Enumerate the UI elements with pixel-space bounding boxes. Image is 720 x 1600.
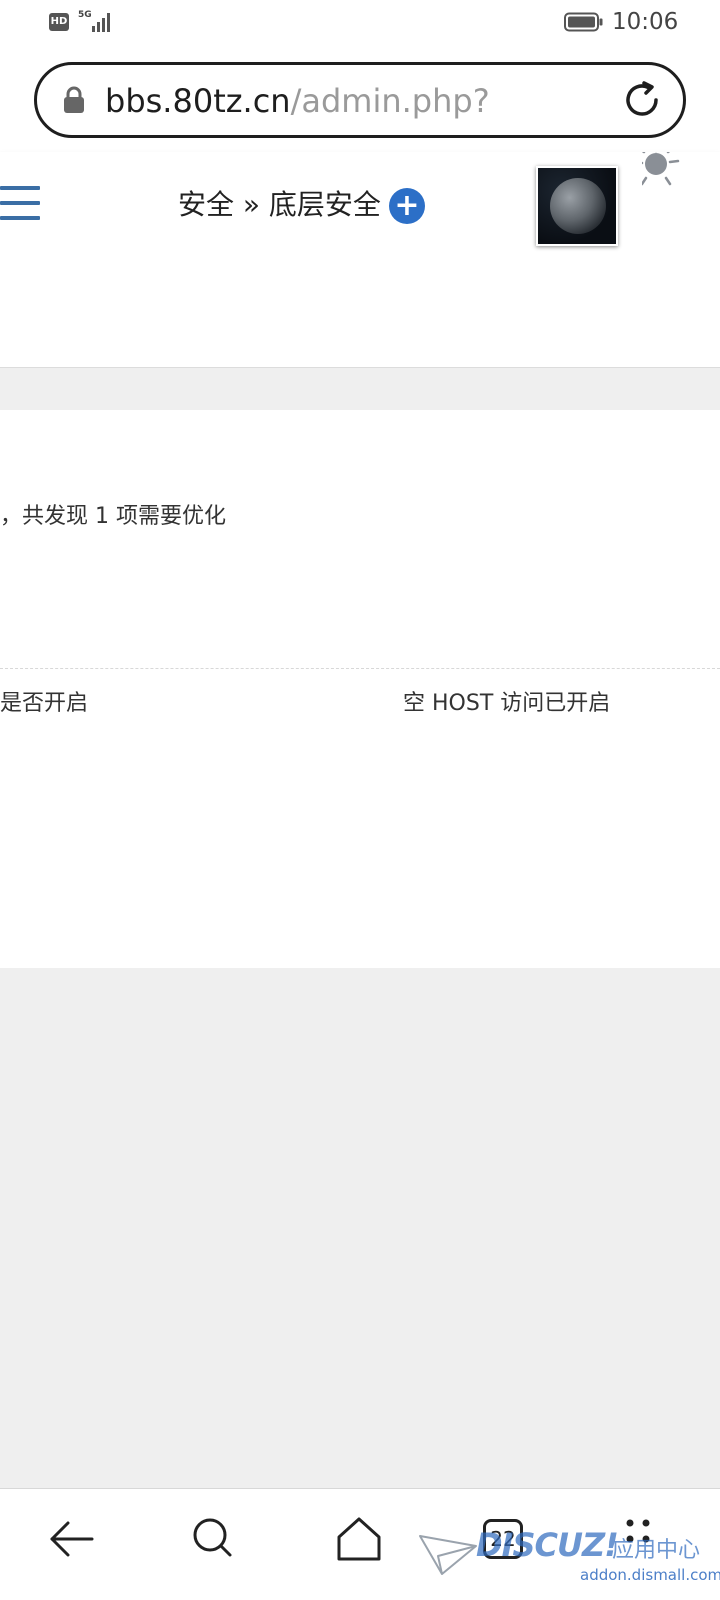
paper-plane-icon [419,1535,477,1575]
watermark: DISCUZ! 应用中心 addon.dismall.com [418,1526,720,1596]
table-row: 是否开启 空 HOST 访问已开启 [0,670,720,750]
browser-toolbar: bbs.80tz.cn/admin.php? [0,48,720,152]
reload-icon[interactable] [621,79,663,121]
watermark-suffix: 应用中心 [612,1538,701,1563]
menu-icon[interactable] [0,186,40,222]
menu-bar [0,216,40,220]
content-panel-top [0,256,720,368]
home-icon[interactable] [333,1513,385,1565]
battery-icon [564,12,603,32]
url-path: /admin.php? [290,82,490,120]
clock: 10:06 [612,9,679,35]
check-item-result: 空 HOST 访问已开启 [403,691,611,716]
admin-header: 安全 » 底层安全 + [0,152,720,256]
signal-icon [92,13,110,32]
screen: HD 5G 10:06 bbs.80tz.cn/admin.php? 安全 » … [0,0,720,1600]
moon-image [550,178,606,234]
watermark-url: addon.dismall.com [580,1566,720,1584]
menu-bar [0,201,40,205]
divider [0,668,720,669]
security-check-panel: ，共发现 1 项需要优化 是否开启 空 HOST 访问已开启 [0,410,720,968]
theme-toggle-icon[interactable] [642,152,720,232]
menu-bar [0,186,40,190]
check-item-name: 是否开启 [0,691,89,716]
avatar[interactable] [536,166,618,246]
url-host: bbs.80tz.cn [105,82,291,120]
watermark-brand: DISCUZ! [476,1526,619,1564]
breadcrumb: 安全 » 底层安全 [178,188,381,221]
status-bar: HD 5G 10:06 [0,0,720,48]
lock-icon [64,86,84,113]
search-icon[interactable] [188,1513,240,1565]
address-bar[interactable]: bbs.80tz.cn/admin.php? [34,62,686,138]
back-icon[interactable] [46,1513,98,1565]
add-shortcut-button[interactable]: + [389,188,425,224]
panel-gap [0,369,720,410]
url-text[interactable]: bbs.80tz.cn/admin.php? [105,82,490,120]
hd-badge: HD [49,13,69,31]
check-summary: ，共发现 1 项需要优化 [0,504,226,529]
